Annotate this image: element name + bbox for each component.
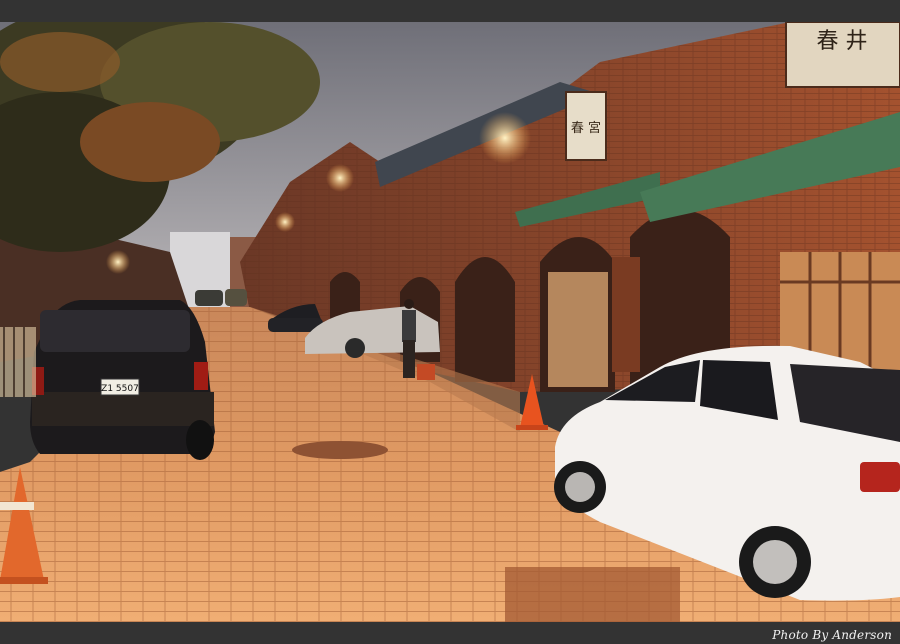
manhole-cover — [292, 441, 388, 459]
signboard-top-text: 春 井 — [817, 29, 868, 54]
street-photo: 春 宮 春 井 Z1 5507 — [0, 22, 900, 622]
dark-suv: Z1 5507 — [30, 300, 215, 460]
person — [402, 299, 416, 378]
signboard-left-text: 春 宮 — [571, 120, 601, 136]
lamp-glow — [479, 112, 531, 164]
photo-frame: 春 宮 春 井 Z1 5507 Photo By Anderson — [0, 0, 900, 644]
photo-credit: Photo By Anderson — [772, 628, 892, 642]
license-plate-text: Z1 5507 — [101, 384, 139, 394]
